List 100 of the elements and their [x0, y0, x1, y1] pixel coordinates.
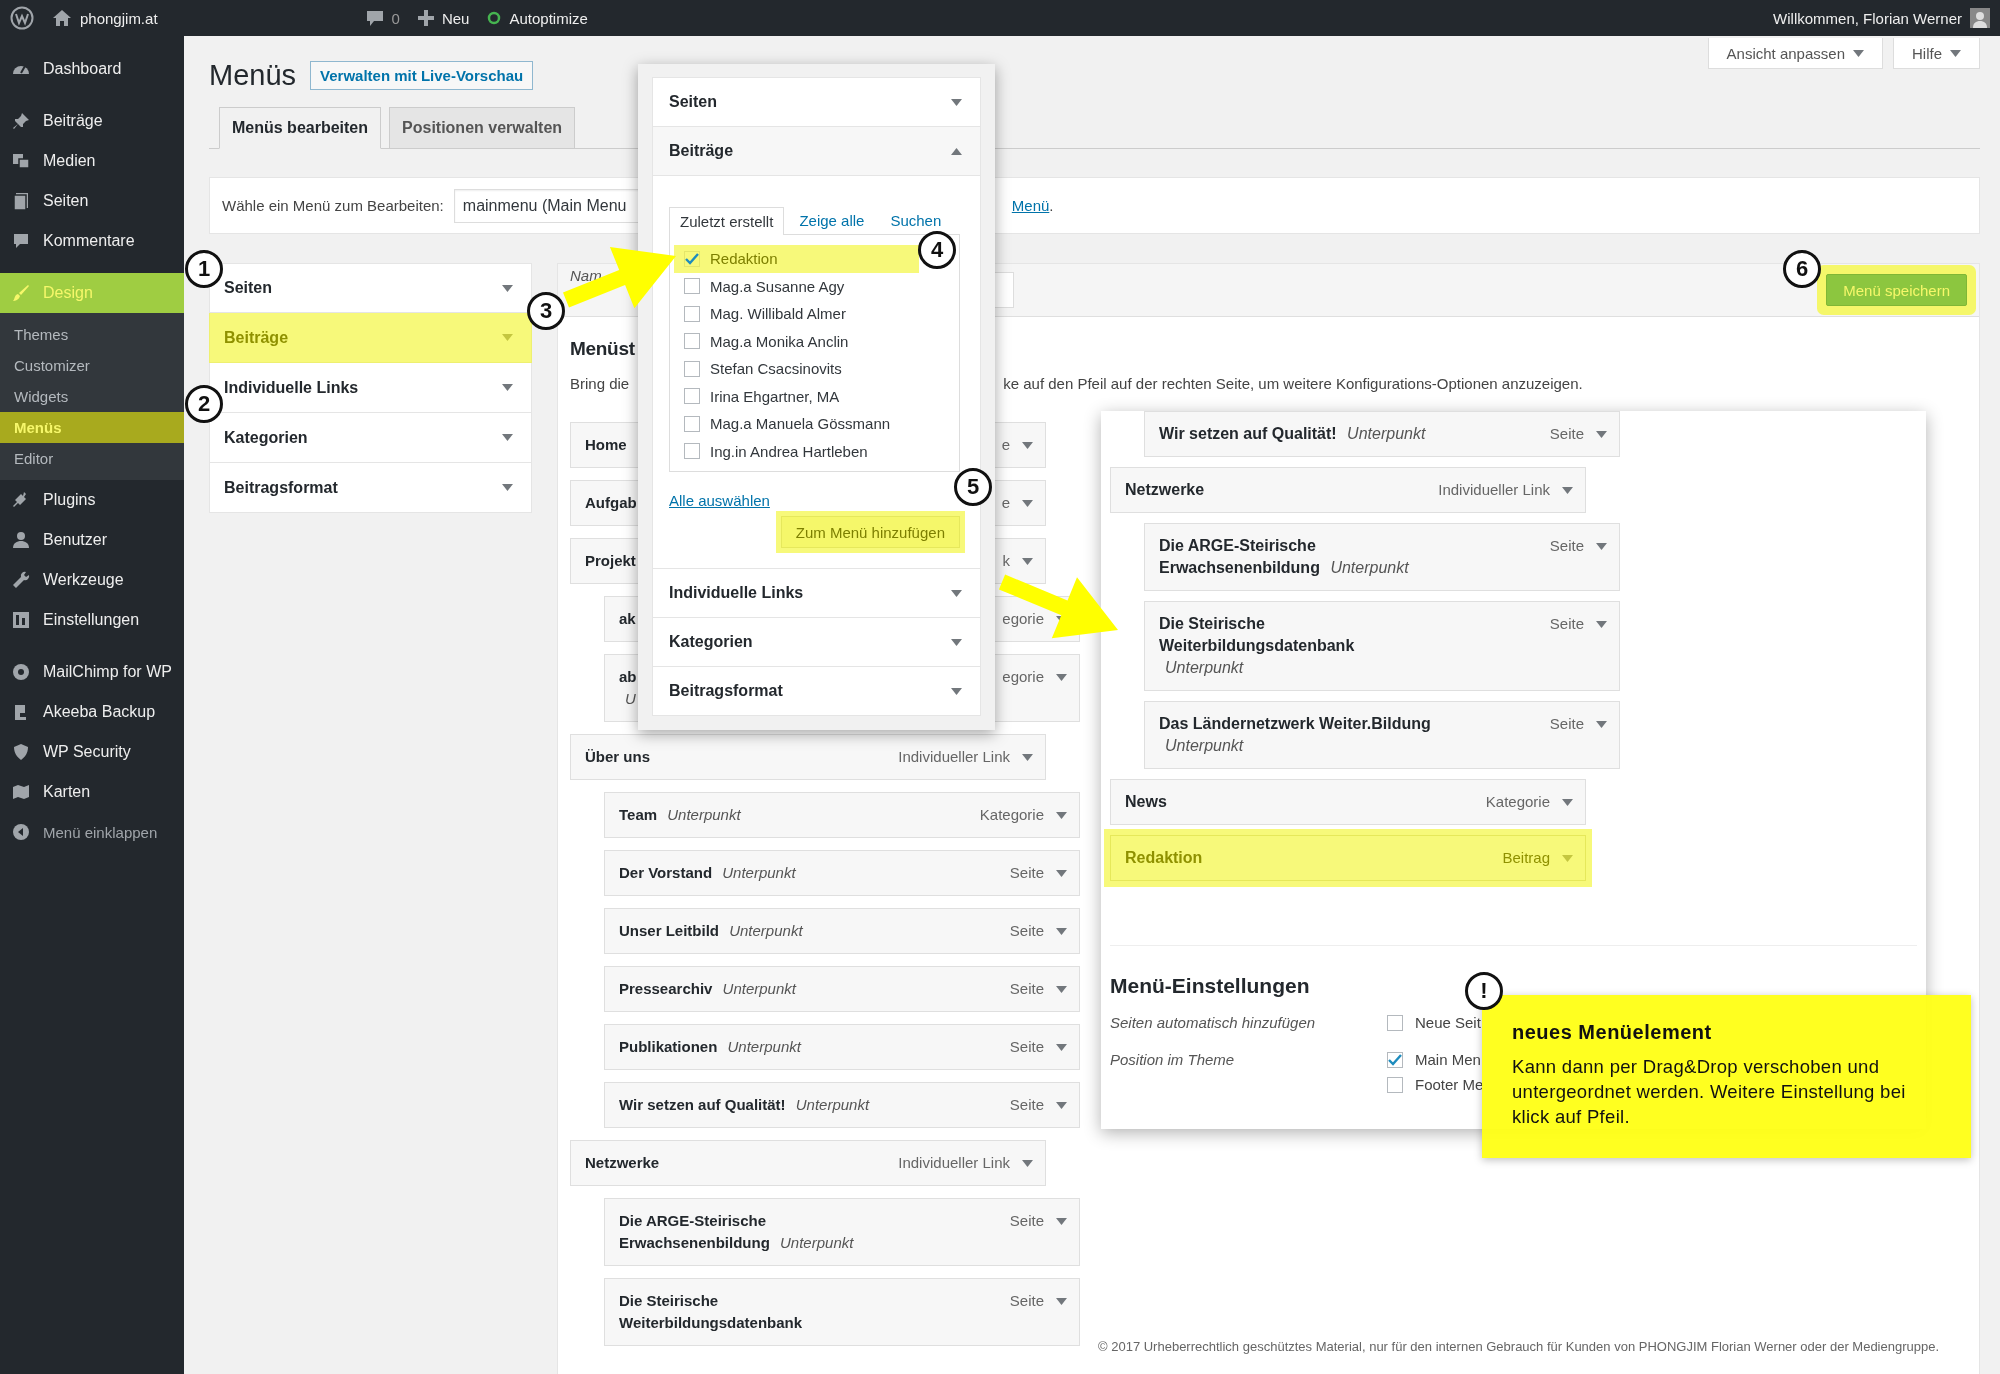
- sidebar-item[interactable]: Kommentare: [0, 221, 184, 261]
- item-title: Publikationen: [619, 1038, 718, 1055]
- accordion-section[interactable]: Seiten: [209, 263, 532, 313]
- menu-item[interactable]: Unser Leitbild Unterpunkt Seite: [604, 908, 1080, 954]
- tab[interactable]: Zuletzt erstellt: [669, 207, 785, 235]
- tab[interactable]: Positionen verwalten: [389, 107, 576, 148]
- item-title: Team: [619, 806, 658, 823]
- menu-item[interactable]: Die Steirische Weiterbildungsdatenbank Unterpunkt Seite: [1144, 601, 1620, 691]
- menu-item[interactable]: Die ARGE-Steirische Erwachsenenbildung Unterpunkt Seite: [1144, 523, 1620, 591]
- accordion-section[interactable]: Seiten: [653, 78, 980, 126]
- sidebar-item[interactable]: Werkzeuge: [0, 560, 184, 600]
- post-option[interactable]: Irina Ehgartner, MA: [684, 382, 959, 410]
- item-title: Die Steirische Weiterbildungsdatenbank: [1159, 615, 1355, 654]
- accordion-section[interactable]: Beiträge: [653, 127, 980, 176]
- step-marker: 2: [185, 385, 223, 423]
- menu-item[interactable]: Wir setzen auf Qualität! Unterpunkt Seite: [604, 1082, 1080, 1128]
- item-type: Seite: [1549, 614, 1584, 634]
- menu-item[interactable]: Netzwerke Individueller Link: [570, 1140, 1046, 1186]
- plugin-link[interactable]: Autoptimize: [509, 9, 588, 27]
- tab[interactable]: Zeige alle: [788, 206, 876, 234]
- sidebar-item[interactable]: Benutzer: [0, 520, 184, 560]
- item-title: Der Vorstand: [619, 864, 713, 881]
- menu-item[interactable]: Netzwerke Individueller Link: [1110, 467, 1586, 513]
- post-option[interactable]: Mag.a Monika Anclin: [684, 327, 959, 355]
- menu-item[interactable]: Der Vorstand Unterpunkt Seite: [604, 850, 1080, 896]
- setting-label: Position im Theme: [1110, 1051, 1236, 1070]
- item-subtitle: Unterpunkt: [1165, 737, 1244, 754]
- sidebar-item[interactable]: Plugins: [0, 480, 184, 520]
- submenu-item[interactable]: Editor: [0, 443, 184, 474]
- sidebar-item[interactable]: Dashboard: [0, 49, 184, 89]
- step-marker: 1: [185, 250, 223, 288]
- accordion-section[interactable]: Individuelle Links: [209, 363, 532, 413]
- accordion-section[interactable]: Beitragsformat: [209, 463, 532, 513]
- option-label: Main Men: [1415, 1051, 1481, 1068]
- new-link[interactable]: Neu: [441, 9, 470, 27]
- item-title: Die ARGE-Steirische Erwachsenenbildung: [619, 1212, 770, 1251]
- item-type: Seite: [1549, 536, 1584, 556]
- menu-item[interactable]: Team Unterpunkt Kategorie: [604, 792, 1080, 838]
- name-label: Nam: [570, 267, 602, 284]
- accordion-section[interactable]: Individuelle Links: [653, 569, 980, 617]
- post-option[interactable]: Mag.a Susanne Agy: [684, 272, 959, 300]
- post-option[interactable]: Mag.a Manuela Gössmann: [684, 410, 959, 438]
- period: .: [1049, 197, 1054, 214]
- menu-item[interactable]: News Kategorie: [1110, 779, 1586, 825]
- sidebar-item[interactable]: Seiten: [0, 181, 184, 221]
- menu-item[interactable]: Wir setzen auf Qualität! Unterpunkt Seite: [1144, 411, 1620, 457]
- menu-item[interactable]: Über uns Individueller Link: [570, 734, 1046, 780]
- item-title: Wir setzen auf Qualität!: [619, 1096, 786, 1113]
- screen-options-button[interactable]: Ansicht anpassen: [1707, 38, 1883, 69]
- item-type: Seite: [1549, 424, 1584, 444]
- item-type: Kategorie: [979, 805, 1044, 825]
- item-subtitle: Unterpunkt: [722, 864, 796, 881]
- item-type: Seite: [1009, 1037, 1044, 1057]
- submenu-item[interactable]: Widgets: [0, 381, 184, 412]
- accordion-section[interactable]: Beitragsformat: [653, 667, 980, 715]
- live-preview-button[interactable]: Verwalten mit Live-Vorschau: [310, 60, 534, 90]
- accordion-section[interactable]: Kategorien: [209, 413, 532, 463]
- item-title: Aufgab: [585, 494, 637, 511]
- post-option[interactable]: Mag. Willibald Almer: [684, 300, 959, 328]
- select-all-link[interactable]: Alle auswählen: [669, 492, 770, 509]
- tab[interactable]: Menüs bearbeiten: [219, 107, 382, 149]
- item-type: egorie: [1002, 609, 1044, 629]
- item-type: e: [1001, 493, 1010, 513]
- item-type: Seite: [1009, 863, 1044, 883]
- sidebar-item[interactable]: Akeeba Backup: [0, 692, 184, 732]
- item-type: Seite: [1009, 1211, 1044, 1231]
- menu-item[interactable]: Die Steirische Weiterbildungsdatenbank Seite: [604, 1278, 1080, 1346]
- section-heading: Menüst: [570, 337, 635, 361]
- accordion-section[interactable]: Kategorien: [653, 618, 980, 666]
- item-subtitle: Unterpunkt: [729, 922, 803, 939]
- post-option[interactable]: Stefan Csacsinovits: [684, 355, 959, 383]
- greeting[interactable]: Willkommen, Florian Werner: [1773, 9, 1962, 27]
- sidebar-item[interactable]: MailChimp for WP: [0, 652, 184, 692]
- sidebar-item[interactable]: Medien: [0, 141, 184, 181]
- comment-count: 0: [391, 9, 400, 27]
- item-type: e: [1001, 435, 1010, 455]
- item-type: k: [1002, 551, 1010, 571]
- site-name[interactable]: phongjim.at: [80, 9, 158, 27]
- help-button[interactable]: Hilfe: [1893, 38, 1980, 69]
- menu-item[interactable]: Pressearchiv Unterpunkt Seite: [604, 966, 1080, 1012]
- item-type: Seite: [1009, 921, 1044, 941]
- item-title: Home: [585, 436, 627, 453]
- sidebar-item[interactable]: Menü einklappen: [0, 812, 184, 852]
- item-subtitle: Unterpunkt: [1330, 559, 1409, 576]
- submenu-item[interactable]: Customizer: [0, 350, 184, 381]
- sidebar-item[interactable]: Karten: [0, 772, 184, 812]
- sidebar-item[interactable]: Beiträge: [0, 101, 184, 141]
- item-subtitle: Unterpunkt: [722, 980, 796, 997]
- item-title: Netzwerke: [585, 1154, 660, 1171]
- menu-item[interactable]: Das Ländernetzwerk Weiter.Bildung Unterpunkt Seite: [1144, 701, 1620, 769]
- menu-item[interactable]: Die ARGE-Steirische Erwachsenenbildung Unterpunkt Seite: [604, 1198, 1080, 1266]
- post-option[interactable]: Redaktion: [674, 245, 919, 273]
- menu-item[interactable]: Publikationen Unterpunkt Seite: [604, 1024, 1080, 1070]
- sidebar-item[interactable]: Einstellungen: [0, 600, 184, 640]
- sidebar-item[interactable]: WP Security: [0, 732, 184, 772]
- item-type: Individueller Link: [898, 1153, 1010, 1173]
- tab[interactable]: Suchen: [879, 206, 953, 234]
- submenu-item[interactable]: Themes: [0, 319, 184, 350]
- setting-label: Seiten automatisch hinzufügen: [1110, 1014, 1317, 1033]
- post-option[interactable]: Ing.in Andrea Hartleben: [684, 437, 959, 465]
